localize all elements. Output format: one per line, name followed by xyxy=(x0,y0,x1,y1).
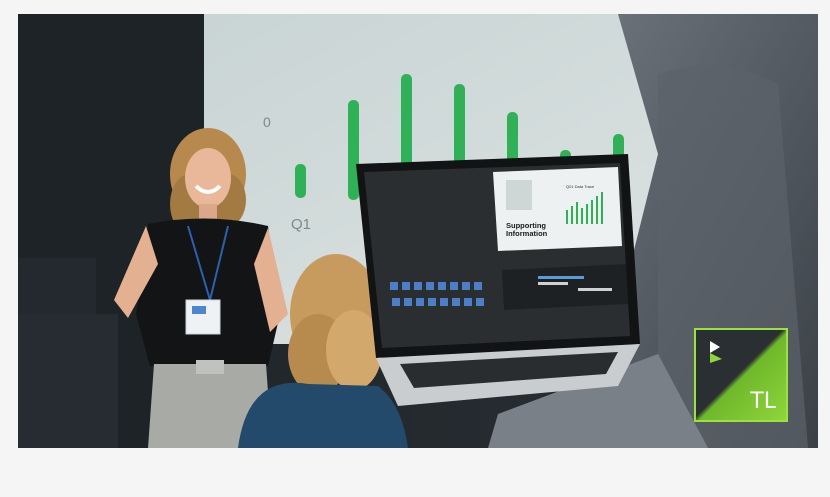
badge-icon xyxy=(185,299,221,335)
projected-axis-value: 0 xyxy=(263,114,271,130)
play-mark-icon xyxy=(710,341,722,363)
product-card: 0 Q1 Supporting Information Q01 Data Tra… xyxy=(0,0,830,497)
tl-product-logo: TL xyxy=(694,328,788,422)
logo-text: TL xyxy=(750,389,776,414)
projected-category-label: Q1 xyxy=(291,216,312,233)
laptop xyxy=(356,154,640,406)
laptop-slide-title: Supporting Information xyxy=(506,221,548,238)
hero-image: 0 Q1 Supporting Information Q01 Data Tra… xyxy=(18,14,818,448)
laptop-slide-caption: Q01 Data Trace xyxy=(566,184,595,189)
